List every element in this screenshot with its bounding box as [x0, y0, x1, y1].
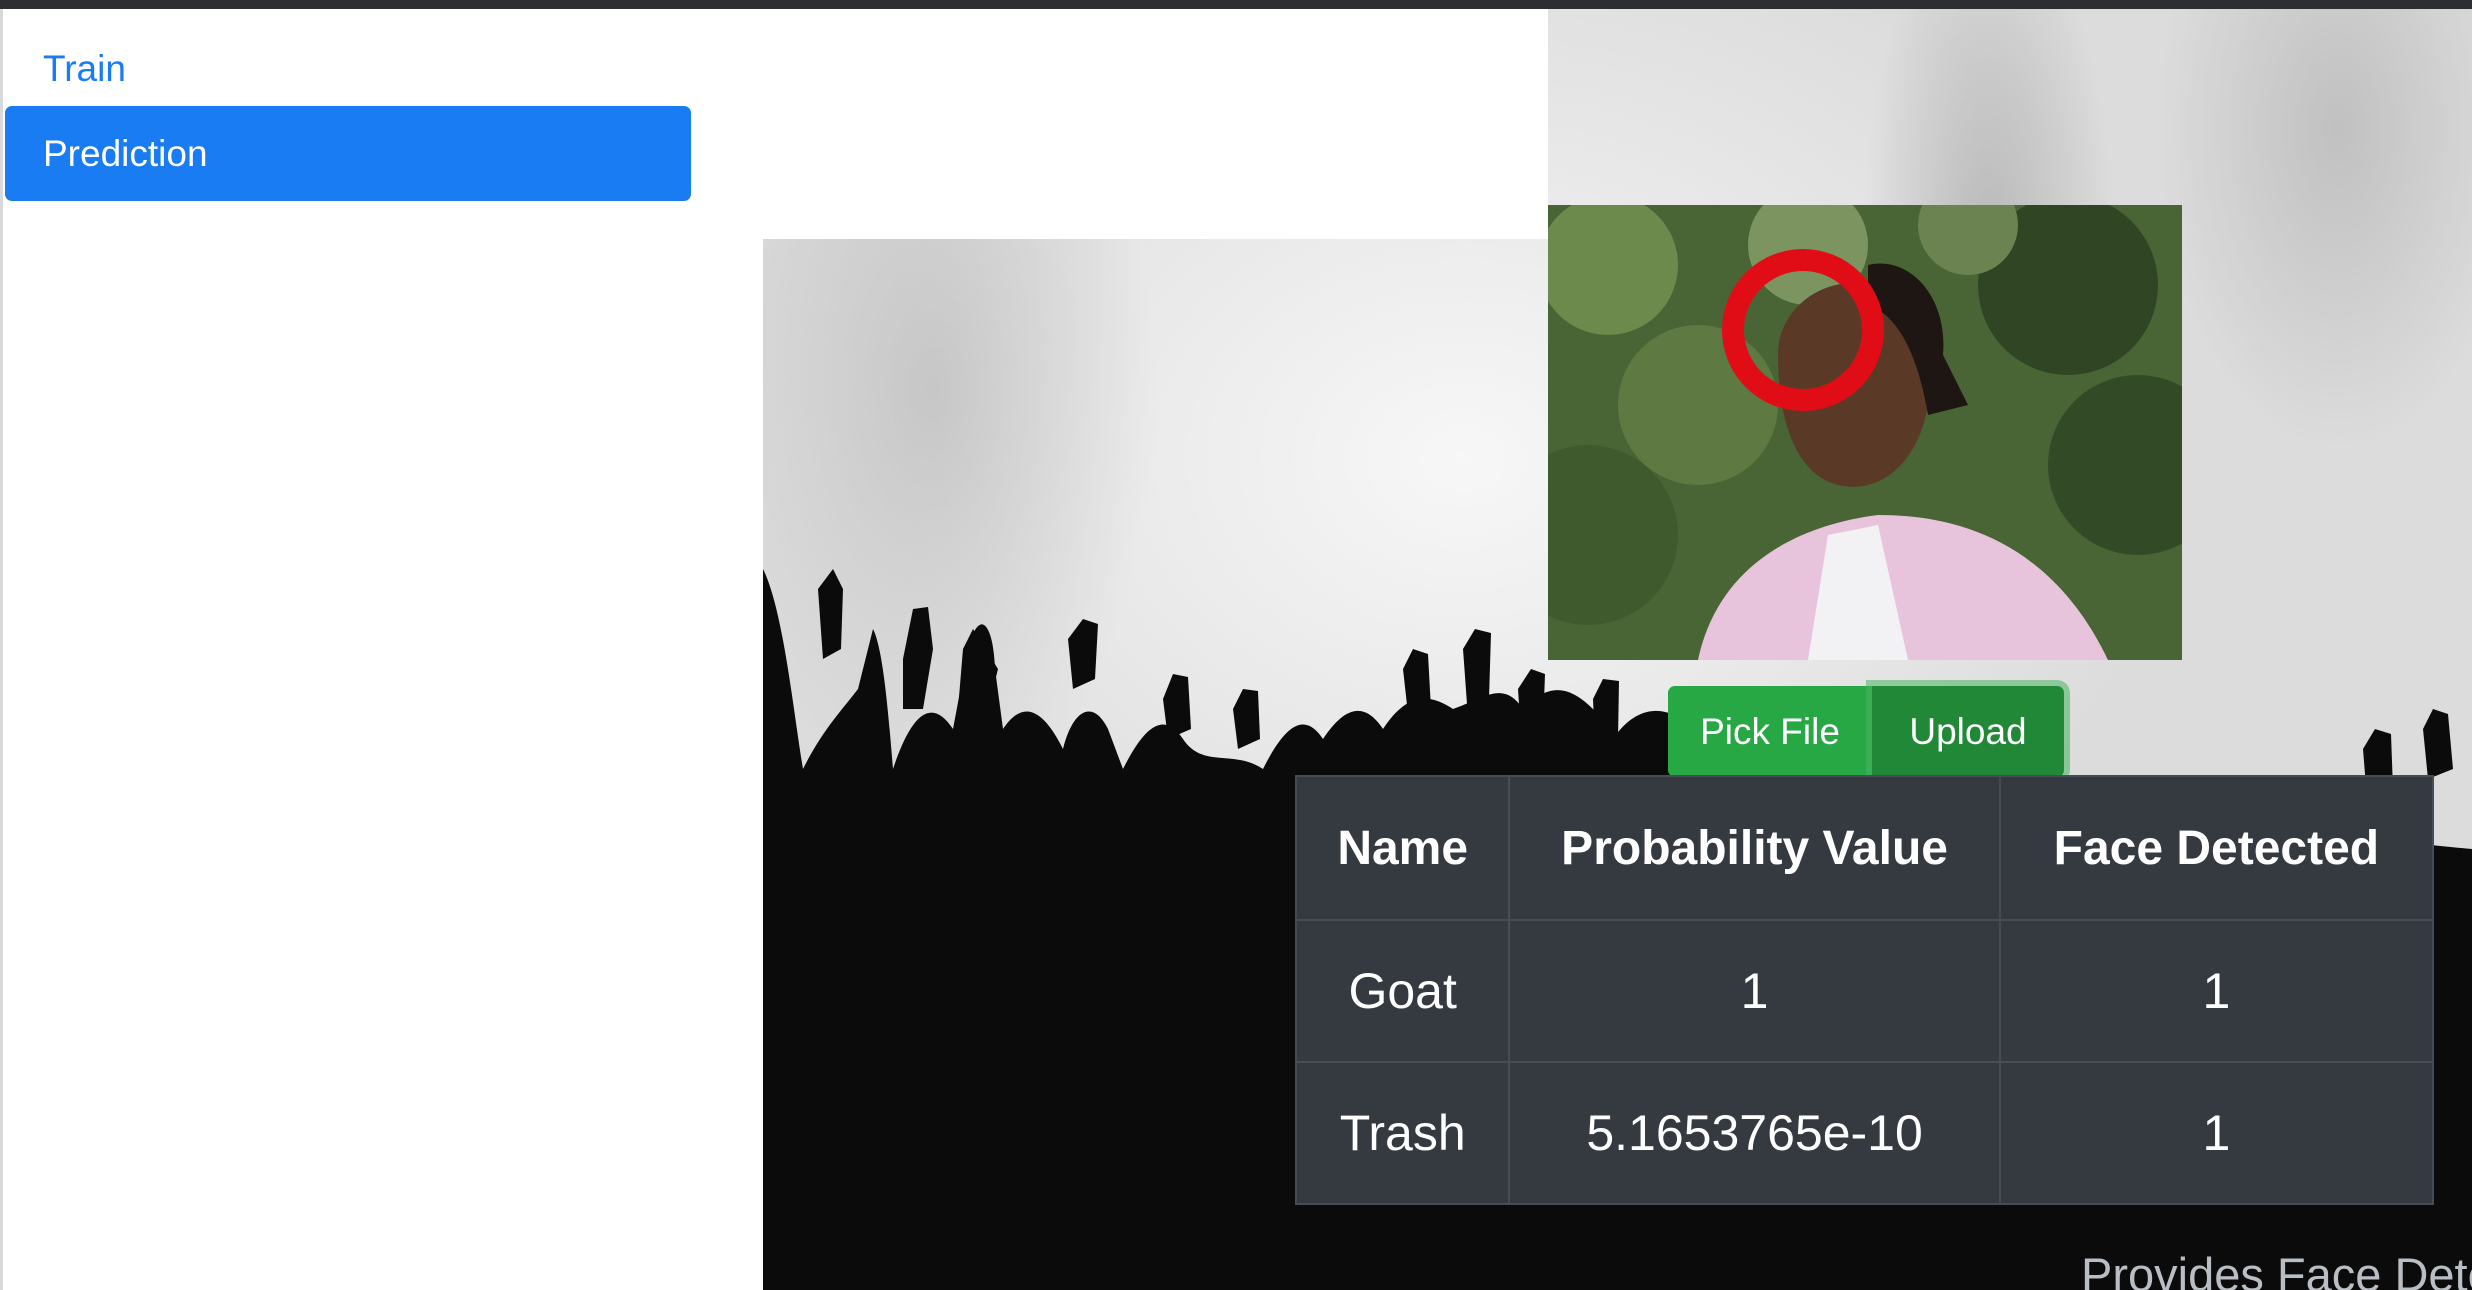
cell-name: Trash: [1294, 1061, 1511, 1205]
table-row: Trash 5.1653765e-10 1: [1294, 1061, 2435, 1205]
column-header-face-detected: Face Detected: [1998, 775, 2435, 921]
sidebar-item-train[interactable]: Train: [5, 19, 691, 109]
upload-button[interactable]: Upload: [1872, 686, 2064, 777]
cell-probability: 1: [1508, 919, 2001, 1063]
cell-face-detected: 1: [1998, 1061, 2435, 1205]
column-header-probability: Probability Value: [1508, 775, 2001, 921]
table-header-row: Name Probability Value Face Detected: [1294, 775, 2435, 921]
caption-text: Provides Face Detection Value of Artist: [2081, 1248, 2472, 1290]
prediction-results-table: Name Probability Value Face Detected Goa…: [1294, 775, 2435, 1205]
pick-file-button[interactable]: Pick File: [1668, 686, 1872, 777]
sidebar-item-prediction[interactable]: Prediction: [5, 106, 691, 201]
cell-name: Goat: [1294, 919, 1511, 1063]
cell-probability: 5.1653765e-10: [1508, 1061, 2001, 1205]
window-top-bar: [0, 0, 2472, 9]
sidebar-nav: Train Prediction: [0, 9, 763, 1290]
table-row: Goat 1 1: [1294, 919, 2435, 1063]
column-header-name: Name: [1294, 775, 1511, 921]
uploaded-image-preview: [1548, 205, 2182, 660]
cell-face-detected: 1: [1998, 919, 2435, 1063]
